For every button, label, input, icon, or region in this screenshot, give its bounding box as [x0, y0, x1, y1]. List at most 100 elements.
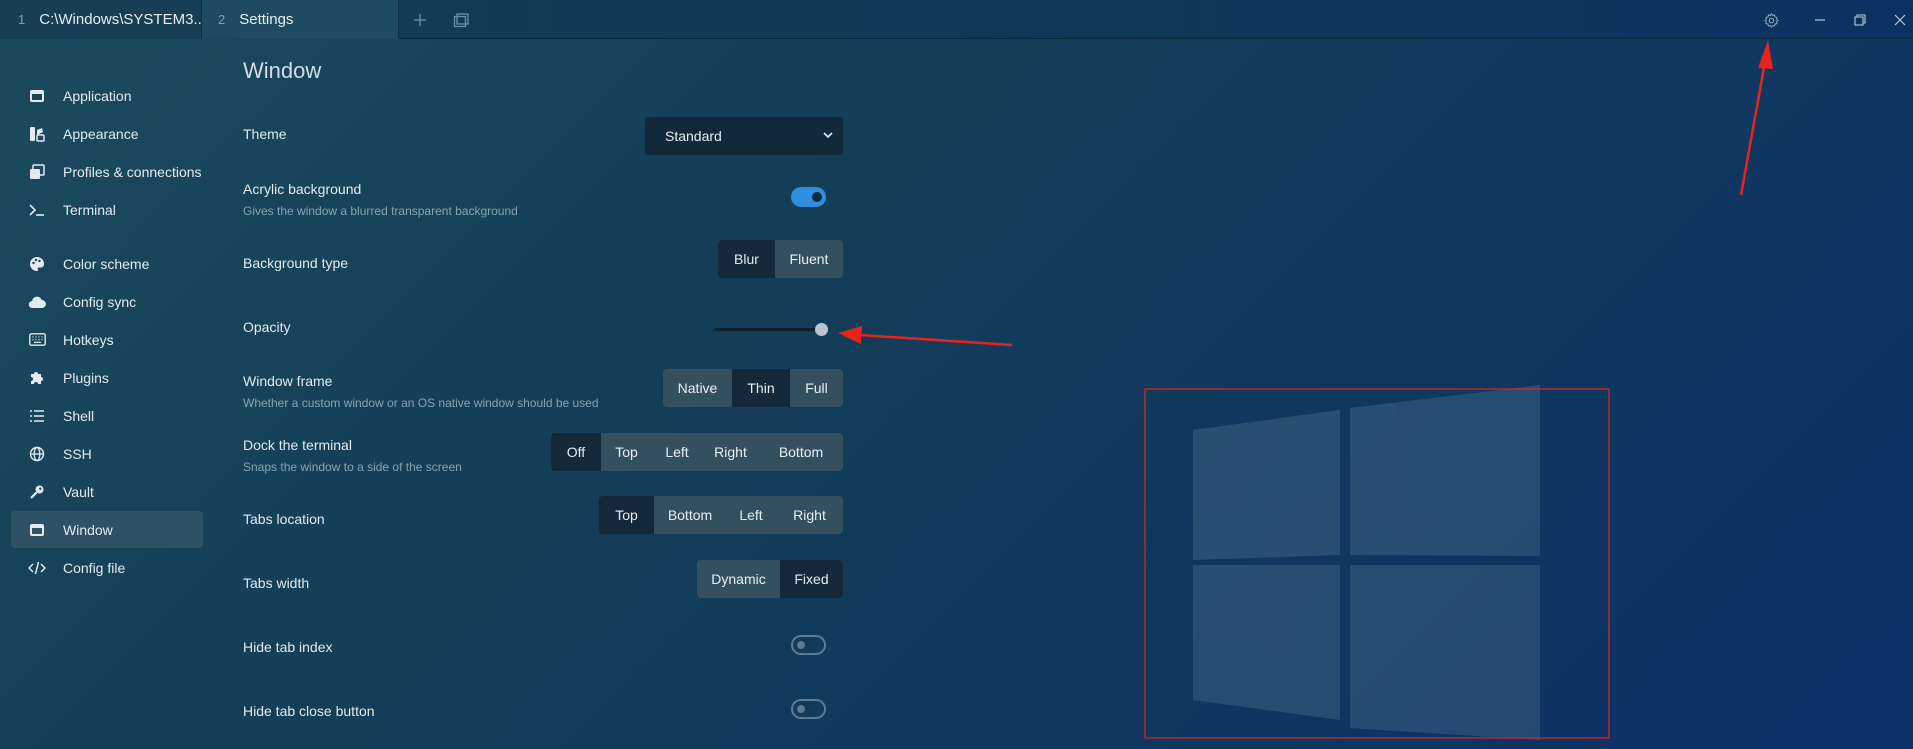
list-icon [28, 407, 46, 425]
annotation-box [1144, 388, 1610, 739]
tabs-width-dynamic-option[interactable]: Dynamic [697, 560, 780, 598]
tabs-location-label: Tabs location [243, 511, 325, 527]
sidebar-item-label: Shell [63, 407, 95, 424]
restore-button[interactable] [1848, 8, 1872, 32]
sidebar-item-label: Config file [63, 559, 126, 576]
annotation-arrow-opacity [838, 326, 1013, 347]
theme-value: Standard [665, 128, 722, 144]
tab-title: C:\Windows\SYSTEM3... [39, 11, 206, 28]
dock-left-option[interactable]: Left [652, 433, 702, 471]
sidebar-item-shell[interactable]: Shell [11, 397, 203, 434]
sidebar-item-label: Plugins [63, 369, 109, 386]
window-frame-native-option[interactable]: Native [663, 369, 732, 407]
key-icon [28, 483, 46, 501]
sidebar-item-appearance[interactable]: Appearance [11, 115, 203, 152]
window-frame-full-option[interactable]: Full [790, 369, 843, 407]
code-icon [28, 559, 46, 577]
cloud-icon [28, 293, 46, 311]
hide-tab-index-label: Hide tab index [243, 639, 333, 655]
hide-tab-close-toggle[interactable] [791, 699, 826, 719]
hide-tab-index-toggle[interactable] [791, 635, 826, 655]
window-frame-description: Whether a custom window or an OS native … [243, 396, 599, 410]
hide-tab-close-label: Hide tab close button [243, 703, 375, 719]
tab-terminal[interactable]: 1 C:\Windows\SYSTEM3... [0, 0, 206, 39]
sidebar-item-label: Appearance [63, 125, 139, 142]
tab-index: 2 [218, 12, 226, 27]
chevron-down-icon [823, 132, 833, 139]
restore-icon [1854, 14, 1866, 26]
opacity-slider-track[interactable] [714, 328, 822, 331]
sidebar-item-label: Vault [63, 483, 94, 500]
layers-icon [453, 13, 469, 28]
sidebar-item-ssh[interactable]: SSH [11, 435, 203, 472]
tabs-width-segmented: Dynamic Fixed [697, 560, 843, 598]
dock-off-option[interactable]: Off [551, 433, 601, 471]
profiles-menu-button[interactable] [449, 8, 473, 32]
background-type-segmented: Blur Fluent [718, 240, 843, 278]
dock-description: Snaps the window to a side of the screen [243, 460, 462, 474]
window-frame-segmented: Native Thin Full [663, 369, 843, 407]
background-type-blur-option[interactable]: Blur [718, 240, 775, 278]
close-button[interactable] [1888, 8, 1912, 32]
sidebar-item-color-scheme[interactable]: Color scheme [11, 245, 203, 282]
tabs-location-top-option[interactable]: Top [599, 496, 654, 534]
sidebar-item-window[interactable]: Window [11, 511, 203, 548]
sidebar-item-label: Color scheme [63, 255, 150, 272]
dock-right-option[interactable]: Right [702, 433, 759, 471]
tabs-location-bottom-option[interactable]: Bottom [654, 496, 726, 534]
gear-icon [1763, 12, 1779, 28]
globe-icon [28, 445, 46, 463]
opacity-slider-thumb[interactable] [815, 323, 828, 336]
toggle-knob [797, 641, 805, 649]
annotation-arrow-settings [1739, 40, 1773, 196]
sidebar-item-application[interactable]: Application [11, 77, 203, 114]
window-icon [28, 87, 46, 105]
windows-logo [1193, 385, 1540, 740]
sidebar-item-label: Window [63, 521, 113, 538]
tabs-width-fixed-option[interactable]: Fixed [780, 560, 843, 598]
dock-label: Dock the terminal [243, 437, 352, 453]
window-frame-thin-option[interactable]: Thin [732, 369, 790, 407]
dock-segmented: Off Top Left Right Bottom [551, 433, 843, 471]
sidebar-item-hotkeys[interactable]: Hotkeys [11, 321, 203, 358]
sidebar-item-label: SSH [63, 445, 92, 462]
plus-icon [414, 14, 426, 26]
toggle-knob [812, 192, 822, 202]
sidebar-item-config-sync[interactable]: Config sync [11, 283, 203, 320]
theme-select[interactable]: Standard [645, 117, 843, 155]
sidebar-item-profiles[interactable]: Profiles & connections [11, 153, 203, 190]
palette-grid-icon [28, 125, 46, 143]
new-tab-button[interactable] [408, 8, 432, 32]
profiles-icon [28, 163, 46, 181]
background-type-label: Background type [243, 255, 349, 271]
terminal-prompt-icon [28, 201, 46, 219]
settings-sidebar: Application Appearance Profiles & connec… [0, 39, 215, 749]
minimize-icon [1815, 19, 1825, 21]
acrylic-toggle[interactable] [791, 187, 826, 207]
tabs-location-left-option[interactable]: Left [726, 496, 776, 534]
page-title: Window [243, 58, 322, 83]
keyboard-icon [28, 331, 46, 349]
sidebar-item-label: Hotkeys [63, 331, 114, 348]
sidebar-item-label: Config sync [63, 293, 137, 310]
tab-settings[interactable]: 2 Settings [202, 0, 399, 39]
dock-top-option[interactable]: Top [601, 433, 652, 471]
close-icon [1894, 14, 1906, 26]
sidebar-item-terminal[interactable]: Terminal [11, 191, 203, 228]
tab-index: 1 [18, 12, 26, 27]
sidebar-item-config-file[interactable]: Config file [11, 549, 203, 586]
sidebar-item-label: Profiles & connections [63, 163, 202, 180]
window-icon [28, 521, 46, 539]
sidebar-item-plugins[interactable]: Plugins [11, 359, 203, 396]
background-type-fluent-option[interactable]: Fluent [775, 240, 843, 278]
settings-button[interactable] [1759, 8, 1783, 32]
sidebar-item-vault[interactable]: Vault [11, 473, 203, 510]
tabs-location-right-option[interactable]: Right [776, 496, 843, 534]
acrylic-label: Acrylic background [243, 181, 362, 197]
tabs-location-segmented: Top Bottom Left Right [599, 496, 843, 534]
theme-label: Theme [243, 126, 287, 142]
dock-bottom-option[interactable]: Bottom [759, 433, 843, 471]
toggle-knob [797, 705, 805, 713]
minimize-button[interactable] [1808, 8, 1832, 32]
title-bar: 1 C:\Windows\SYSTEM3... 2 Settings [0, 0, 1913, 39]
